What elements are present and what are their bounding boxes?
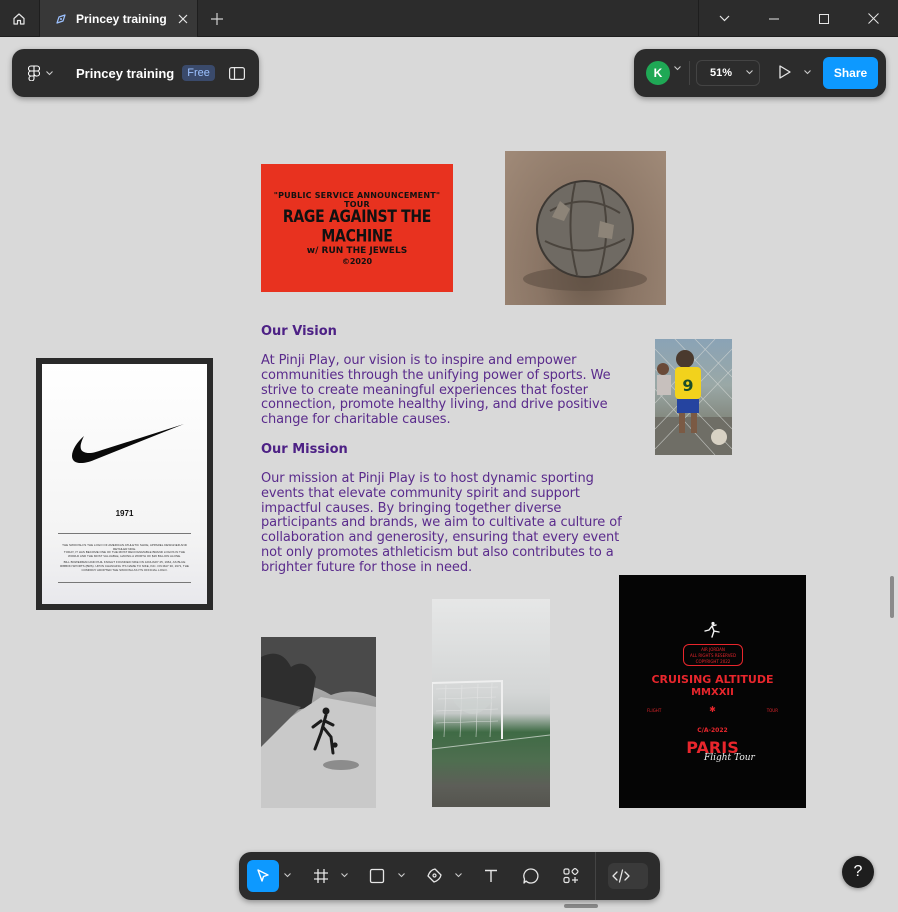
nike-swoosh-poster[interactable]: 1971 THE SWOOSH IS THE LOGO OF AMERICAN …: [36, 358, 213, 610]
frame-icon: [314, 869, 328, 883]
tool-bar: [239, 852, 660, 900]
chevron-down-icon[interactable]: [804, 70, 811, 75]
divider: [58, 533, 191, 534]
rectangle-icon: [369, 868, 385, 884]
chevron-down-icon: [746, 70, 753, 75]
vision-heading: Our Vision: [261, 324, 337, 339]
poster-title: CRUISING ALTITUDE: [651, 673, 774, 686]
text-icon: [485, 869, 497, 882]
dev-mode-toggle[interactable]: [608, 863, 648, 889]
zoom-dropdown[interactable]: 51%: [696, 60, 760, 86]
air-jordan-poster[interactable]: AIR JORDAN ALL RIGHTS RESERVED COPYRIGHT…: [619, 575, 806, 808]
file-name[interactable]: Princey training: [76, 66, 174, 81]
file-panel: Princey training Free: [12, 49, 259, 97]
minimize-button[interactable]: [749, 0, 799, 37]
rage-against-the-machine-poster[interactable]: "PUBLIC SERVICE ANNOUNCEMENT" TOUR RAGE …: [261, 164, 453, 292]
jumpman-logo-icon: [704, 621, 720, 638]
sidebar-toggle-button[interactable]: [227, 63, 247, 83]
poster-year: MMXXII: [691, 687, 734, 698]
text-tool-button[interactable]: [475, 860, 507, 892]
zoom-value: 51%: [710, 67, 733, 79]
football-illustration: [523, 180, 647, 291]
home-icon: [13, 12, 25, 25]
cursor-icon: [257, 869, 269, 882]
poster-support-act: w/ RUN THE JEWELS: [306, 245, 408, 256]
share-button[interactable]: Share: [823, 57, 878, 89]
comment-tool-button[interactable]: [515, 860, 547, 892]
poster-label-right: TOUR: [766, 708, 778, 713]
mission-body: Our mission at Pinji Play is to host dyn…: [261, 470, 622, 575]
title-bar: Princey training: [0, 0, 898, 37]
close-tab-icon[interactable]: [169, 0, 197, 37]
move-tool-button[interactable]: [247, 860, 279, 892]
vertical-scrollbar[interactable]: [890, 576, 894, 618]
close-icon: [867, 13, 879, 24]
broken-goal-photo[interactable]: [432, 599, 550, 807]
components-icon: [563, 867, 579, 884]
chevron-down-icon: [46, 70, 53, 75]
street-illustration: [261, 637, 376, 808]
chevron-down-icon[interactable]: [341, 873, 348, 878]
main-menu-button[interactable]: [28, 59, 58, 87]
minimize-icon: [769, 18, 779, 19]
tab-princey-training[interactable]: Princey training: [39, 0, 198, 37]
plus-icon: [211, 12, 223, 25]
poster-year: ©2020: [341, 256, 373, 266]
poster-paper: 1971 THE SWOOSH IS THE LOGO OF AMERICAN …: [42, 364, 207, 604]
plan-badge: Free: [182, 65, 215, 81]
vision-body: At Pinji Play, our vision is to inspire …: [261, 353, 611, 428]
pen-icon: [427, 868, 442, 883]
shape-tool-button[interactable]: [361, 860, 393, 892]
avatar[interactable]: K: [646, 61, 670, 85]
collab-panel: K 51% Share: [634, 49, 886, 97]
poster-year: 1971: [115, 509, 134, 518]
fine-print: BILL BOWERMAN AND PHIL KNIGHT FOUNDED NI…: [60, 560, 189, 572]
swoosh-logo-icon: [72, 424, 184, 464]
tab-title: Princey training: [76, 11, 167, 26]
vision-mission-text[interactable]: Our Vision At Pinji Play, our vision is …: [261, 324, 626, 576]
fine-print: TODAY, IT HAS BECOME ONE OF THE MOST REC…: [63, 550, 186, 558]
play-icon[interactable]: [778, 64, 792, 80]
mission-heading: Our Mission: [261, 441, 348, 457]
poster-code: C/A-2022: [697, 727, 728, 734]
divider: [689, 61, 690, 85]
frame-tool-button[interactable]: [305, 860, 337, 892]
jersey-number: 9: [682, 376, 693, 395]
goal-illustration: [432, 679, 550, 750]
pen-tool-button[interactable]: [418, 860, 450, 892]
maximize-button[interactable]: [799, 0, 849, 37]
divider: [58, 582, 191, 583]
chevron-down-icon[interactable]: [398, 873, 405, 878]
worn-football-photo[interactable]: [505, 151, 666, 305]
poster-tagline: "PUBLIC SERVICE ANNOUNCEMENT" TOUR: [273, 190, 441, 209]
figma-logo-icon: [28, 65, 40, 81]
home-button[interactable]: [0, 0, 38, 37]
kid-at-fence-photo[interactable]: 9: [655, 339, 732, 455]
chevron-down-icon[interactable]: [455, 873, 462, 878]
maximize-icon: [819, 13, 829, 24]
comment-icon: [523, 868, 539, 884]
close-window-button[interactable]: [848, 0, 898, 37]
chevron-down-icon[interactable]: [284, 873, 291, 878]
box-text: COPYRIGHT 2022: [695, 659, 731, 664]
kid-illustration: 9: [655, 339, 732, 455]
new-tab-button[interactable]: [200, 0, 234, 37]
boy-kicking-ball-photo[interactable]: [261, 637, 376, 808]
divider: [595, 852, 596, 900]
chevron-down-icon: [719, 15, 729, 22]
sidebar-icon: [228, 66, 245, 80]
help-button[interactable]: ?: [842, 856, 874, 888]
actions-tool-button[interactable]: [555, 860, 587, 892]
horizontal-scrollbar[interactable]: [564, 904, 598, 908]
code-icon: [612, 869, 630, 883]
tabs-dropdown-button[interactable]: [699, 0, 749, 37]
rights-box: AIR JORDAN ALL RIGHTS RESERVED COPYRIGHT…: [683, 644, 743, 666]
poster-script: Flight Tour: [704, 753, 755, 763]
poster-headline: RAGE AGAINST THE MACHINE: [282, 207, 432, 246]
pen-tool-icon: [53, 11, 69, 27]
chevron-down-icon[interactable]: [674, 66, 681, 71]
